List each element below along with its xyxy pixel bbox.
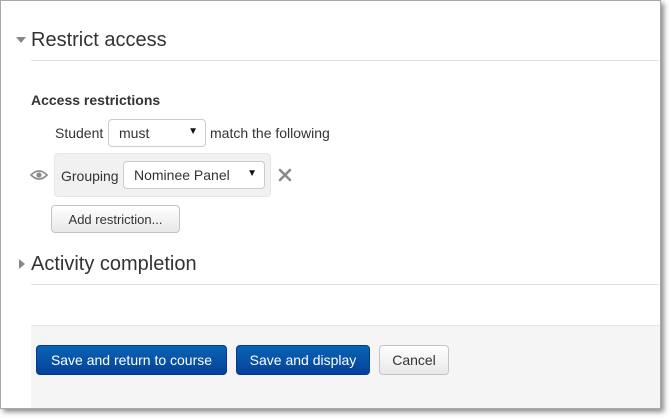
restrict-access-header[interactable]: Restrict access (15, 26, 167, 54)
save-display-button[interactable]: Save and display (236, 345, 370, 375)
match-label: match the following (210, 125, 330, 141)
condition-grouping: Grouping Nominee Panel ▼ (54, 153, 271, 197)
access-restrictions-label: Access restrictions (31, 92, 161, 108)
add-restriction-button[interactable]: Add restriction... (51, 205, 180, 233)
activity-completion-header[interactable]: Activity completion (15, 250, 197, 278)
restrict-access-title[interactable]: Restrict access (31, 29, 167, 52)
must-select-value: must (119, 125, 150, 141)
grouping-select[interactable]: Nominee Panel ▼ (123, 161, 265, 189)
must-select[interactable]: must ▼ (108, 119, 206, 147)
activity-completion-title[interactable]: Activity completion (31, 253, 197, 276)
grouping-select-value: Nominee Panel (134, 167, 230, 183)
save-return-button[interactable]: Save and return to course (36, 345, 227, 375)
chevron-right-icon[interactable] (15, 256, 31, 272)
section-divider (31, 60, 660, 61)
chevron-down-icon[interactable] (15, 32, 31, 48)
close-icon[interactable] (278, 168, 292, 182)
grouping-label: Grouping (61, 168, 119, 184)
section-divider (31, 284, 660, 285)
cancel-button[interactable]: Cancel (379, 345, 449, 375)
eye-icon[interactable] (30, 169, 48, 181)
student-label: Student (55, 125, 104, 141)
form-window: Restrict access Access restrictions Stud… (0, 0, 661, 409)
caret-down-icon: ▼ (247, 168, 257, 179)
caret-down-icon: ▼ (188, 126, 198, 137)
